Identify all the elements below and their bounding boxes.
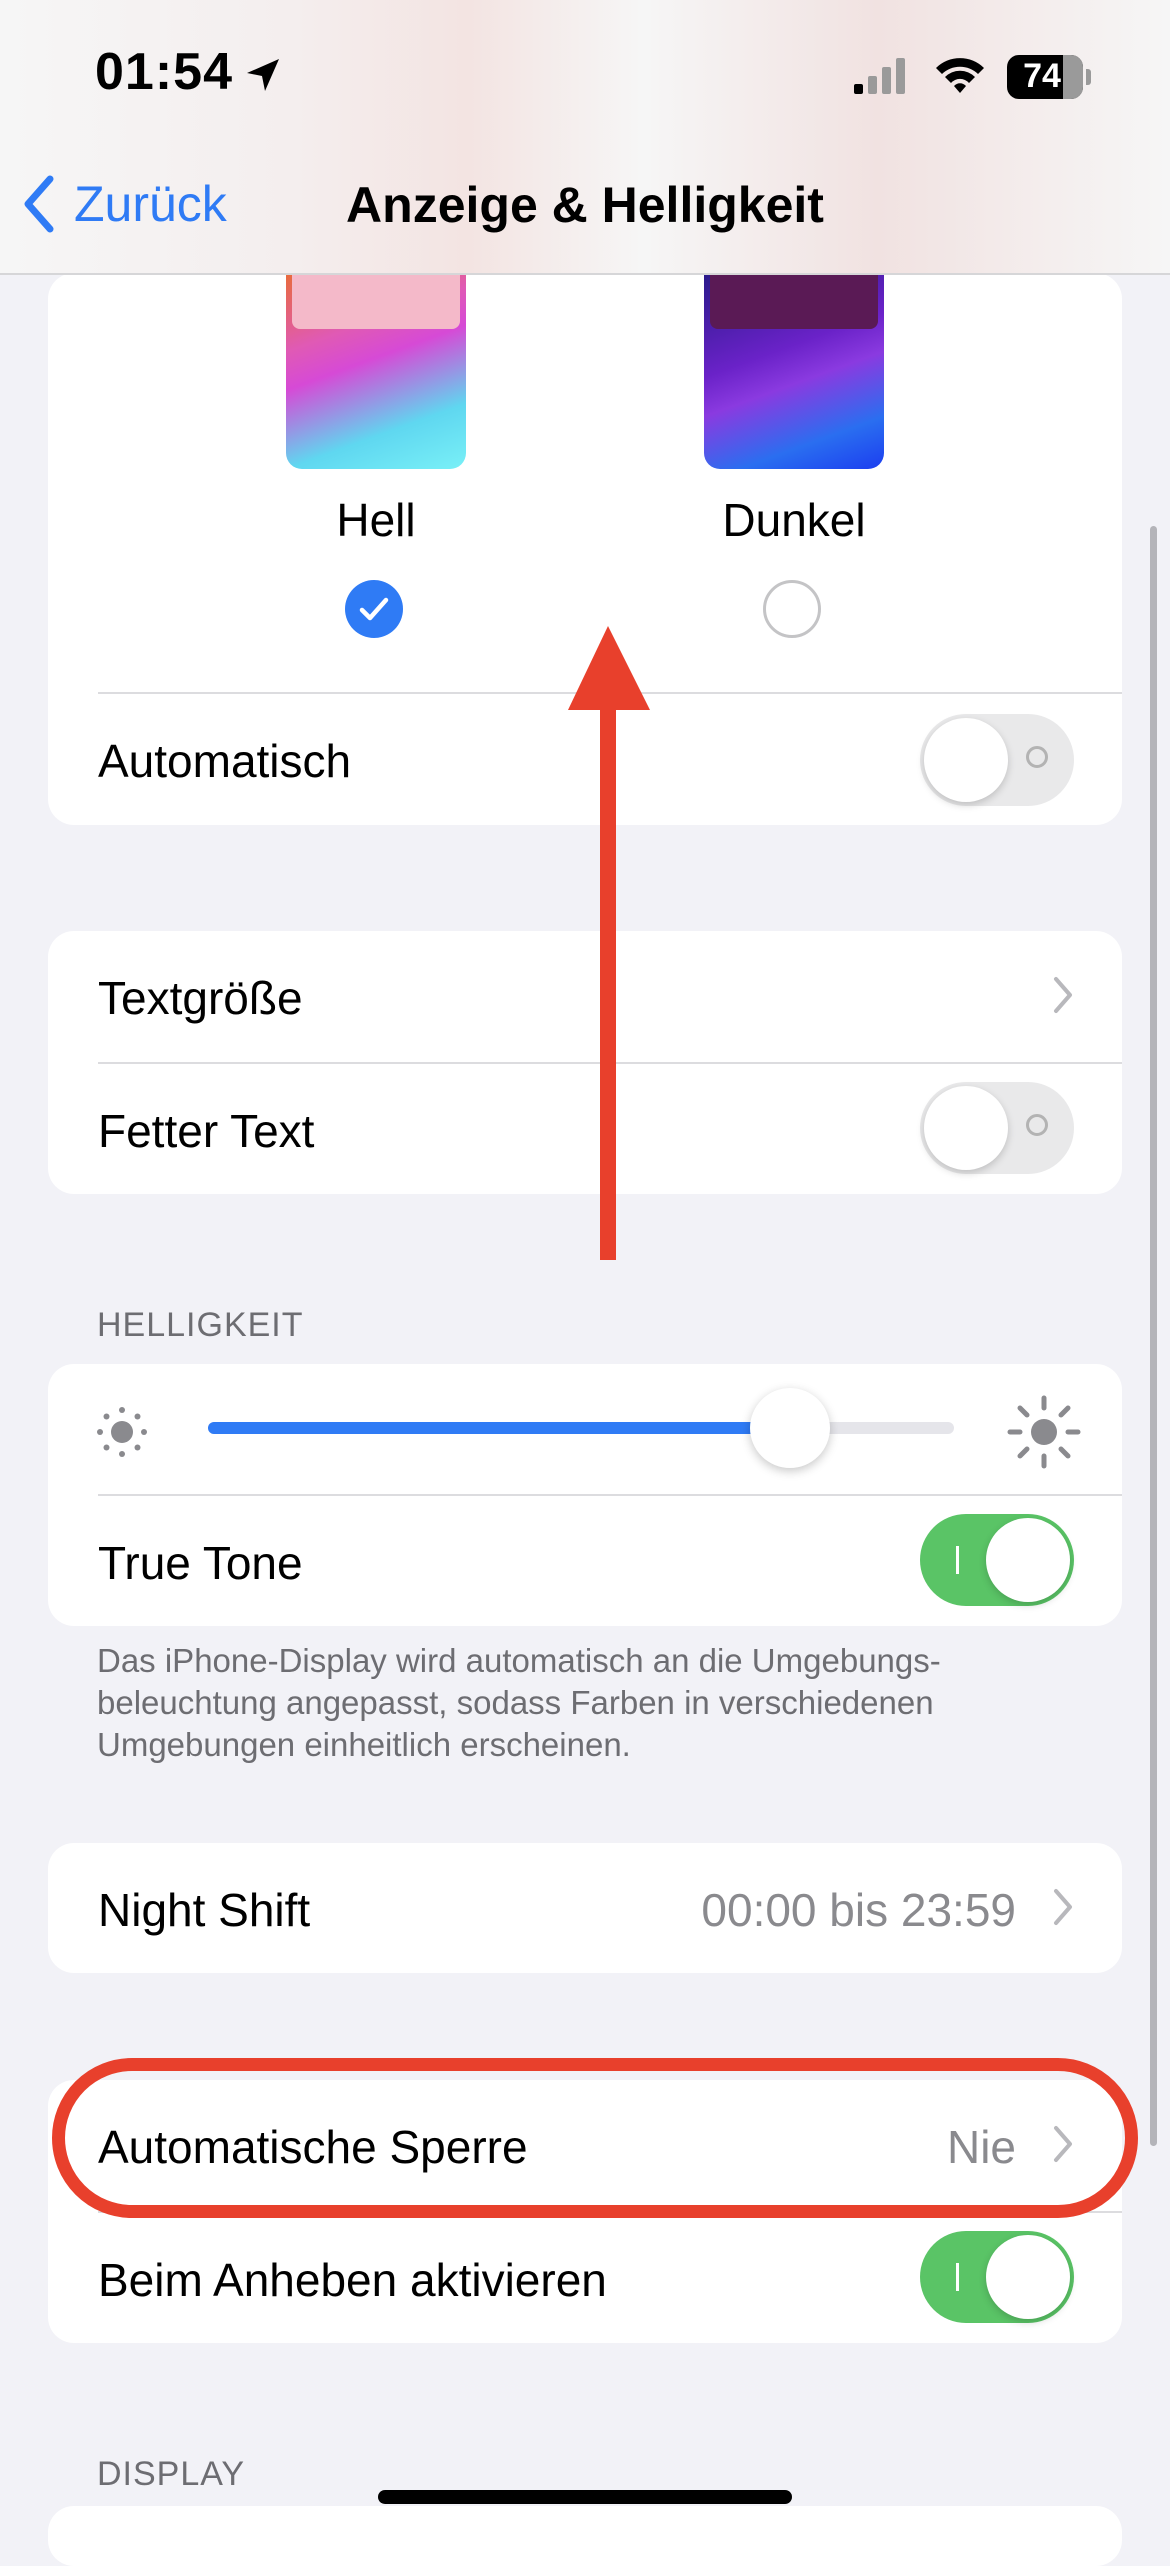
night-shift-card: Night Shift 00:00 bis 23:59: [48, 1843, 1122, 1973]
brightness-header: HELLIGKEIT: [97, 1306, 304, 1344]
true-tone-footnote: Das iPhone-Display wird automatisch an d…: [97, 1642, 941, 1763]
true-tone-row: True Tone: [48, 1496, 1122, 1626]
raise-to-wake-row: Beim Anheben aktivieren: [48, 2213, 1122, 2343]
brightness-slider-thumb[interactable]: [749, 1388, 830, 1468]
true-tone-toggle[interactable]: [920, 1514, 1074, 1606]
option-label-light: Hell: [336, 494, 416, 546]
scroll-indicator[interactable]: [1150, 526, 1157, 2146]
chevron-right-icon: [1054, 1889, 1072, 1925]
chevron-right-icon: [1054, 977, 1072, 1013]
display-card: [48, 2506, 1122, 2566]
night-shift-label: Night Shift: [98, 1884, 311, 1936]
bold-text-label: Fetter Text: [98, 1105, 315, 1157]
option-label-dark: Dunkel: [722, 494, 866, 546]
annotation-highlight-ring: [52, 2058, 1138, 2218]
night-shift-value: 00:00 bis 23:59: [701, 1884, 1016, 1936]
brightness-slider[interactable]: [208, 1422, 954, 1434]
wifi-icon: [932, 52, 988, 101]
text-size-label: Textgröße: [98, 972, 303, 1024]
dark-mode-radio[interactable]: [763, 580, 821, 638]
sun-small-icon: [97, 1407, 147, 1457]
location-arrow-icon: [243, 55, 283, 100]
checkmark-icon: [359, 597, 389, 621]
light-mode-radio[interactable]: [345, 580, 403, 638]
brightness-card: True Tone: [48, 1364, 1122, 1626]
raise-to-wake-toggle[interactable]: [920, 2231, 1074, 2323]
display-header: DISPLAY: [97, 2455, 246, 2493]
raise-to-wake-label: Beim Anheben aktivieren: [98, 2254, 607, 2306]
brightness-slider-fill: [208, 1422, 790, 1434]
dark-mode-preview[interactable]: [704, 273, 884, 469]
true-tone-label: True Tone: [98, 1537, 303, 1589]
status-time: 01:54: [95, 43, 233, 101]
automatic-label: Automatisch: [98, 735, 352, 787]
battery-icon: 74: [1007, 55, 1091, 99]
automatic-toggle[interactable]: [920, 714, 1074, 806]
page-title: Anzeige & Helligkeit: [346, 177, 824, 233]
top-bar: 01:54 74 Zurück Anzeige & Helligkeit: [0, 0, 1170, 275]
battery-percent: 74: [1023, 57, 1061, 95]
night-shift-row[interactable]: Night Shift 00:00 bis 23:59: [48, 1843, 1122, 1973]
cellular-signal-icon: [852, 56, 912, 101]
brightness-slider-row: [48, 1364, 1122, 1494]
bold-text-toggle[interactable]: [920, 1082, 1074, 1174]
sun-large-icon: [1007, 1395, 1081, 1469]
annotation-arrow-icon: [568, 626, 650, 1260]
light-mode-preview[interactable]: [286, 273, 466, 469]
home-indicator[interactable]: [378, 2490, 792, 2504]
